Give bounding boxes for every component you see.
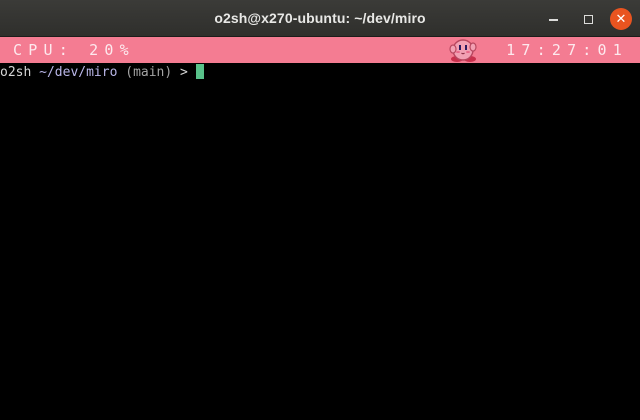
terminal-area[interactable]: o2sh ~/dev/miro (main) > bbox=[0, 63, 640, 420]
kirby-mascot-icon bbox=[449, 39, 477, 62]
minimize-button[interactable] bbox=[542, 8, 564, 30]
maximize-button[interactable] bbox=[577, 8, 599, 30]
cpu-usage: CPU: 20% bbox=[13, 41, 135, 59]
status-bar: CPU: 20% 17:27:01 bbox=[0, 37, 640, 63]
minimize-icon bbox=[548, 19, 558, 21]
maximize-icon bbox=[583, 14, 593, 24]
prompt-branch: (main) bbox=[125, 65, 173, 80]
prompt-line: o2sh ~/dev/miro (main) > bbox=[0, 64, 204, 81]
prompt-path: ~/dev/miro bbox=[39, 65, 118, 80]
prompt-user: o2sh bbox=[0, 65, 32, 80]
prompt-symbol: > bbox=[180, 65, 188, 80]
title-bar[interactable]: o2sh@x270-ubuntu: ~/dev/miro ✕ bbox=[0, 0, 640, 37]
close-button[interactable]: ✕ bbox=[610, 8, 632, 30]
text-cursor[interactable] bbox=[195, 64, 204, 79]
terminal-window: o2sh@x270-ubuntu: ~/dev/miro ✕ CPU: 20% … bbox=[0, 0, 640, 420]
close-icon: ✕ bbox=[615, 11, 627, 27]
clock: 17:27:01 bbox=[506, 41, 628, 59]
